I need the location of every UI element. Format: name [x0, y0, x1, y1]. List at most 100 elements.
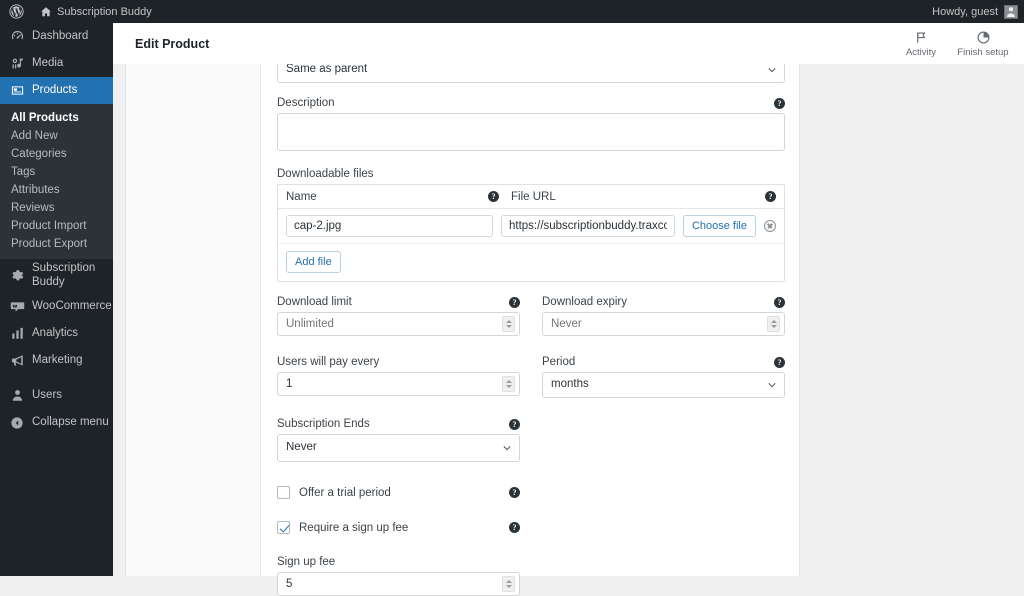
- pay-every-label: Users will pay every: [277, 356, 380, 368]
- downloadable-files-label: Downloadable files: [277, 168, 374, 180]
- marketing-icon: [9, 353, 25, 369]
- number-stepper[interactable]: [502, 576, 515, 592]
- subscription-ends-select[interactable]: Never: [277, 434, 520, 462]
- page-title: Edit Product: [135, 36, 210, 51]
- sidebar-item-tags[interactable]: Tags: [0, 163, 113, 181]
- download-limit-label: Download limit: [277, 296, 352, 308]
- description-label: Description: [277, 97, 335, 109]
- number-stepper[interactable]: [767, 316, 780, 332]
- products-icon: [9, 83, 25, 99]
- finish-setup-button[interactable]: Finish setup: [952, 23, 1014, 64]
- help-icon[interactable]: ?: [774, 97, 785, 109]
- description-textarea[interactable]: [277, 113, 785, 151]
- help-icon[interactable]: ?: [509, 522, 520, 533]
- sidebar-item-add-new[interactable]: Add New: [0, 127, 113, 145]
- subscription-ends-label-row: Subscription Ends ?: [277, 418, 520, 434]
- description-field: Description ?: [277, 97, 785, 156]
- home-icon: [40, 6, 52, 18]
- number-stepper[interactable]: [502, 376, 515, 392]
- signup-fee-toggle-label: Require a sign up fee: [299, 521, 409, 534]
- trial-period-checkbox[interactable]: [277, 486, 290, 499]
- table-row: Choose file: [278, 209, 784, 244]
- sidebar-item-categories[interactable]: Categories: [0, 145, 113, 163]
- file-name-input[interactable]: [286, 215, 493, 237]
- table-footer: Add file: [278, 244, 784, 281]
- number-stepper[interactable]: [502, 316, 515, 332]
- choose-file-button[interactable]: Choose file: [682, 215, 756, 237]
- help-icon[interactable]: ?: [509, 418, 520, 430]
- help-icon[interactable]: ?: [765, 191, 776, 202]
- sidebar-item-attributes[interactable]: Attributes: [0, 181, 113, 199]
- help-icon[interactable]: ?: [509, 487, 520, 498]
- sidebar-item-product-import[interactable]: Product Import: [0, 217, 113, 235]
- sidebar-item-media[interactable]: Media: [0, 50, 113, 77]
- products-submenu: All Products Add New Categories Tags Att…: [0, 104, 113, 259]
- user-avatar-icon[interactable]: [1004, 4, 1018, 19]
- column-name-label: Name: [286, 190, 317, 203]
- pay-every-input[interactable]: [277, 372, 520, 396]
- product-data-form: Same as parent Description ? Downloadabl…: [261, 55, 801, 596]
- wordpress-logo-icon[interactable]: [0, 0, 32, 23]
- download-limit-input[interactable]: [277, 312, 520, 336]
- sidebar-item-dashboard[interactable]: Dashboard: [0, 23, 113, 50]
- activity-button[interactable]: Activity: [890, 23, 952, 64]
- progress-circle-icon: [976, 30, 991, 45]
- download-expiry-input[interactable]: [542, 312, 785, 336]
- edit-product-panel: Same as parent Description ? Downloadabl…: [125, 55, 801, 596]
- help-icon[interactable]: ?: [774, 296, 785, 308]
- signup-fee-checkbox[interactable]: [277, 521, 290, 534]
- sidebar-item-label: Users: [32, 388, 63, 401]
- sidebar-item-marketing[interactable]: Marketing: [0, 347, 113, 374]
- sidebar-item-subscription-buddy[interactable]: Subscription Buddy: [0, 259, 113, 293]
- file-url-cell: [501, 215, 675, 237]
- help-icon[interactable]: ?: [774, 356, 785, 368]
- column-file-url-label: File URL: [511, 190, 556, 203]
- period-label-row: Period ?: [542, 356, 785, 372]
- remove-file-icon[interactable]: [764, 220, 776, 232]
- sidebar-item-woocommerce[interactable]: WooCommerce: [0, 293, 113, 320]
- trial-period-row: Offer a trial period ?: [277, 486, 520, 499]
- admin-bar-site-name[interactable]: Subscription Buddy: [32, 0, 160, 23]
- sidebar-item-products[interactable]: Products: [0, 77, 113, 104]
- wp-admin-bar: Subscription Buddy Howdy, guest: [0, 0, 1024, 23]
- help-icon[interactable]: ?: [488, 191, 499, 202]
- sidebar-item-label: Collapse menu: [32, 415, 109, 428]
- sidebar-item-label: Analytics: [32, 326, 79, 339]
- help-icon[interactable]: ?: [509, 296, 520, 308]
- billing-interval-row: Users will pay every Period ?: [277, 356, 785, 398]
- sidebar-item-users[interactable]: Users: [0, 382, 113, 409]
- header-actions: Activity Finish setup: [890, 23, 1024, 64]
- woocommerce-icon: [9, 299, 25, 315]
- sidebar-item-product-export[interactable]: Product Export: [0, 235, 113, 253]
- column-file-url: File URL ?: [501, 191, 776, 203]
- file-url-input[interactable]: [501, 215, 675, 237]
- pay-every-field: Users will pay every: [277, 356, 520, 398]
- sidebar-item-analytics[interactable]: Analytics: [0, 320, 113, 347]
- howdy-label[interactable]: Howdy, guest: [932, 6, 998, 18]
- sidebar-item-collapse-menu[interactable]: Collapse menu: [0, 409, 113, 436]
- period-select[interactable]: months: [542, 372, 785, 398]
- sidebar-item-all-products[interactable]: All Products: [0, 109, 113, 127]
- media-icon: [9, 56, 25, 72]
- activity-label: Activity: [905, 46, 937, 58]
- flag-icon: [914, 30, 929, 45]
- download-expiry-label-row: Download expiry ?: [542, 296, 785, 312]
- pay-every-input-wrap: [277, 372, 520, 396]
- signup-fee-label: Sign up fee: [277, 556, 336, 568]
- file-name-cell: [286, 215, 493, 237]
- sidebar-item-reviews[interactable]: Reviews: [0, 199, 113, 217]
- download-expiry-field: Download expiry ?: [542, 296, 785, 336]
- trial-period-label: Offer a trial period: [299, 486, 391, 499]
- add-file-button[interactable]: Add file: [286, 251, 341, 273]
- signup-fee-field: Sign up fee: [277, 556, 520, 596]
- admin-sidebar: Dashboard Media Products All Products Ad…: [0, 23, 113, 576]
- admin-bar-left: Subscription Buddy: [0, 0, 160, 23]
- period-select-wrap: months: [542, 372, 785, 398]
- description-label-row: Description ?: [277, 97, 785, 113]
- sidebar-item-label: WooCommerce: [32, 299, 112, 312]
- gear-icon: [9, 268, 25, 284]
- column-name: Name ?: [286, 191, 501, 203]
- product-data-tabs: [126, 55, 261, 576]
- table-header-row: Name ? File URL ?: [278, 185, 784, 209]
- pay-every-label-row: Users will pay every: [277, 356, 520, 372]
